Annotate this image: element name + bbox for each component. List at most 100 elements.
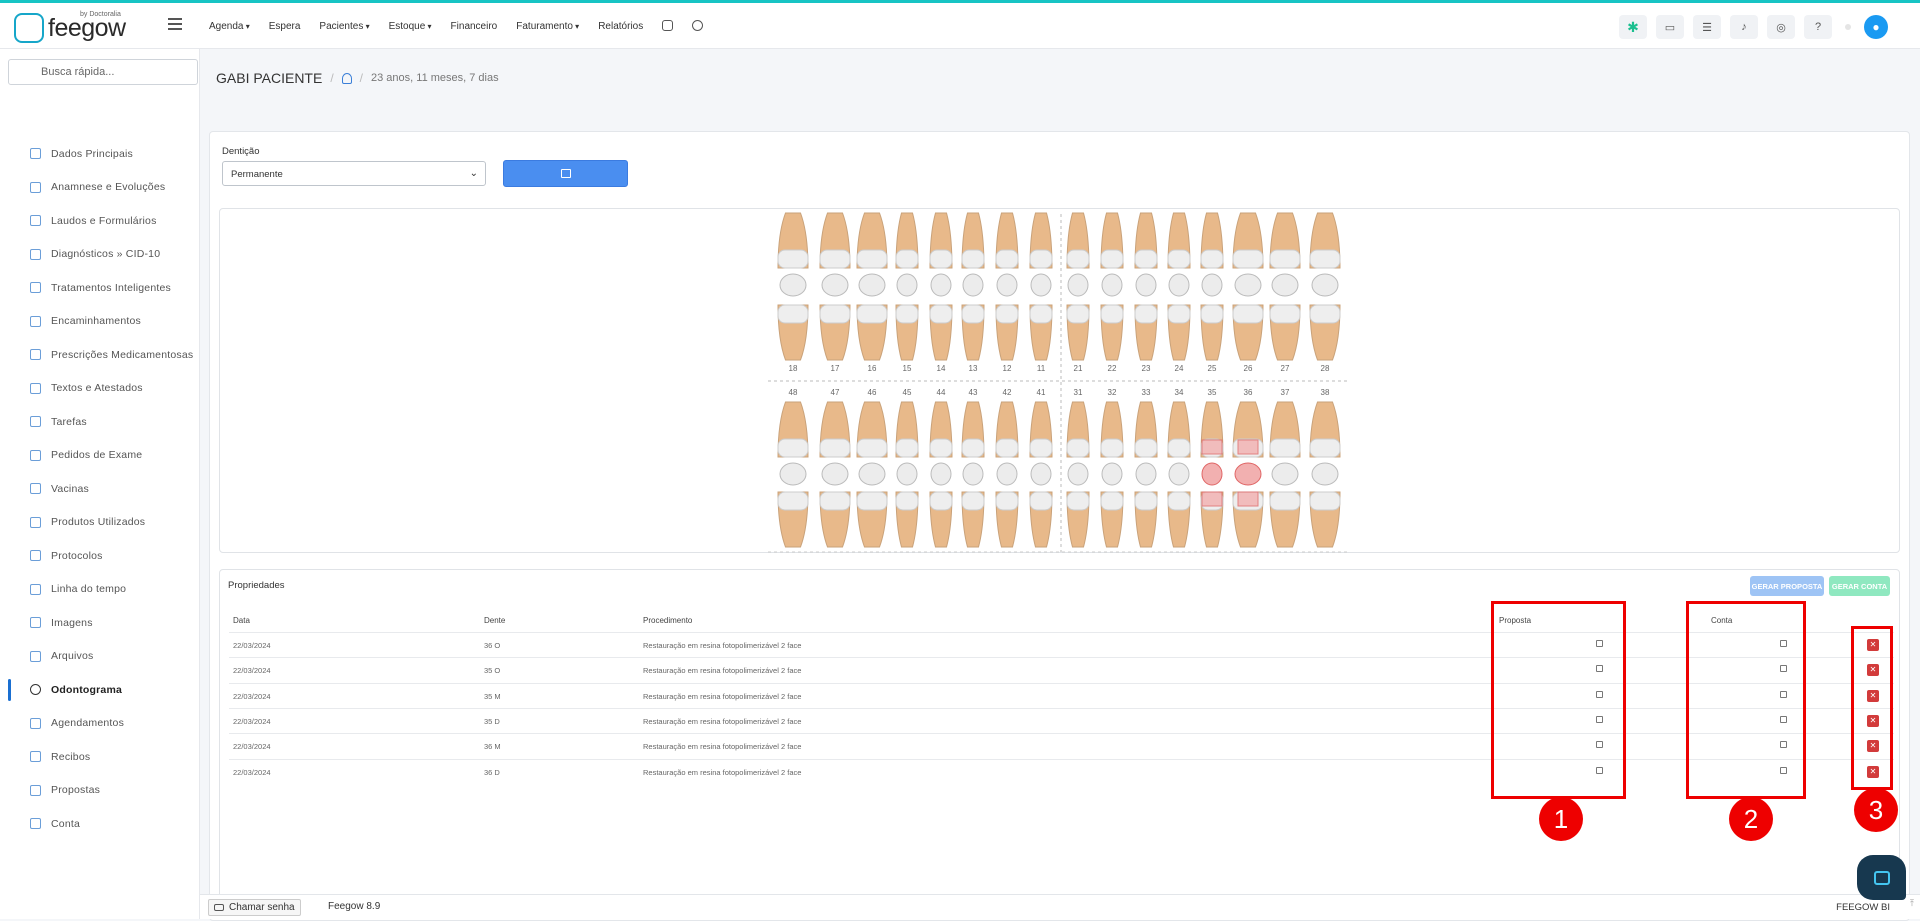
sidebar-item-7[interactable]: Textos e Atestados [0,372,200,406]
hamburger-menu-icon[interactable] [168,18,182,30]
row-procedure: Restauração em resina fotopolimerizável … [643,641,802,650]
row-tooth: 36 M [484,742,501,752]
inbox-icon[interactable]: ▭ [1656,15,1684,39]
tasks-icon[interactable]: ☰ [1693,15,1721,39]
gear-icon[interactable] [692,20,704,31]
gerar-conta-button[interactable]: GERAR CONTA [1829,576,1890,596]
sidebar-item-17[interactable]: Agendamentos [0,707,200,741]
ticket-icon [214,904,224,911]
sidebar-item-label: Conta [51,817,81,830]
toolbar-right: ✱ ▭ ☰ ♪ ◎ ? ● [1619,15,1888,39]
nav-agenda[interactable]: Agenda [209,21,250,32]
footer: Chamar senha Feegow 8.9 FEEGOW BI [200,894,1920,919]
sidebar-item-label: Linha do tempo [51,583,127,596]
sidebar-item-2[interactable]: Laudos e Formulários [0,204,200,238]
avatar[interactable]: ● [1864,15,1888,39]
nav-relatorios[interactable]: Relatórios [598,21,643,32]
box-icon [30,516,41,528]
sidebar: Busca rápida... Dados Principais Anamnese… [0,49,200,919]
sidebar-item-8[interactable]: Tarefas [0,405,200,439]
calendar-icon [30,717,41,729]
sidebar-item-12[interactable]: Protocolos [0,539,200,573]
patient-age: 23 anos, 11 meses, 7 dias [371,72,499,84]
nav-financeiro[interactable]: Financeiro [451,21,498,32]
sidebar-item-19[interactable]: Propostas [0,774,200,808]
chevron-down-icon: ⌄ [469,168,478,179]
brand-sub: by Doctoralia [80,11,121,18]
annotation-box-delete [1851,626,1893,790]
row-procedure: Restauração em resina fotopolimerizável … [643,742,802,752]
feegow-logo[interactable]: feegow by Doctoralia [14,11,126,44]
status-dot-icon [1845,24,1851,30]
sidebar-item-0[interactable]: Dados Principais [0,137,200,171]
sidebar-item-label: Tarefas [51,415,87,428]
page-header: GABI PACIENTE / / 23 anos, 11 meses, 7 d… [216,70,499,86]
sidebar-item-9[interactable]: Pedidos de Exame [0,439,200,473]
help-icon[interactable]: ? [1804,15,1832,39]
sidebar-item-13[interactable]: Linha do tempo [0,573,200,607]
chat-icon [1873,870,1890,885]
row-procedure: Restauração em resina fotopolimerizável … [643,666,802,676]
sidebar-item-5[interactable]: Encaminhamentos [0,305,200,339]
row-tooth: 35 O [484,666,501,676]
file-text-icon [30,382,41,394]
sidebar-item-10[interactable]: Vacinas [0,472,200,506]
sidebar-item-label: Protocolos [51,549,103,562]
sidebar-item-label: Laudos e Formulários [51,214,157,227]
star-icon[interactable]: ✱ [1619,15,1647,39]
sidebar-item-16[interactable]: Odontograma [0,673,200,707]
sidebar-item-label: Pedidos de Exame [51,449,143,462]
scroll-up-icon[interactable]: ⤒ [1910,898,1914,909]
bell-icon[interactable]: ♪ [1730,15,1758,39]
properties-title: Propriedades [228,580,285,591]
header-procedimento: Procedimento [643,616,693,625]
row-date: 22/03/2024 [233,691,271,701]
row-tooth: 35 D [484,716,500,726]
table-row: 22/03/2024 36 O Restauração em resina foto… [229,632,1894,657]
chat-icon[interactable]: ◎ [1767,15,1795,39]
sidebar-item-4[interactable]: Tratamentos Inteligentes [0,271,200,305]
denticao-value: Permanente [231,169,283,180]
search-input[interactable]: Busca rápida... [8,59,198,85]
header-data: Data [233,616,250,625]
sidebar-item-18[interactable]: Recibos [0,740,200,774]
nav-faturamento[interactable]: Faturamento [516,21,579,32]
user-icon [30,148,41,160]
nav-estoque[interactable]: Estoque [389,21,432,32]
user-icon[interactable] [341,72,352,84]
sidebar-item-label: Vacinas [51,482,89,495]
sidebar-item-14[interactable]: Imagens [0,606,200,640]
main-nav: Agenda Espera Pacientes Estoque Financei… [209,20,704,32]
chamar-senha-button[interactable]: Chamar senha [208,899,301,916]
sidebar-item-20[interactable]: Conta [0,807,200,841]
row-tooth: 36 D [484,767,500,777]
sidebar-item-1[interactable]: Anamnese e Evoluções [0,171,200,205]
nav-pacientes[interactable]: Pacientes [319,21,369,32]
sidebar-item-label: Dados Principais [51,147,133,160]
chat-widget-button[interactable] [1857,855,1906,900]
print-button[interactable] [503,160,628,187]
denticao-select[interactable]: Permanente ⌄ [222,161,486,186]
syringe-icon [30,483,41,495]
denticao-label: Dentição [222,146,260,157]
timeline-icon [30,583,41,595]
sidebar-item-6[interactable]: Prescrições Medicamentosas [0,338,200,372]
sidebar-item-label: Tratamentos Inteligentes [51,281,171,294]
gerar-proposta-button[interactable]: GERAR PROPOSTA [1750,576,1824,596]
database-icon[interactable] [662,20,674,31]
clipboard-icon [30,449,41,461]
table-row: 22/03/2024 36 D Restauração em resina foto… [229,758,1894,784]
row-procedure: Restauração em resina fotopolimerizável … [643,691,802,701]
sidebar-item-11[interactable]: Produtos Utilizados [0,506,200,540]
annotation-number-1: 1 [1539,797,1583,841]
nav-espera[interactable]: Espera [269,21,301,32]
sidebar-item-3[interactable]: Diagnósticos » CID-10 [0,238,200,272]
feegow-bi-label[interactable]: FEEGOW BI [1836,902,1890,913]
annotation-number-3: 3 [1854,788,1898,832]
money-icon [30,818,41,830]
clipboard-icon [30,215,41,227]
sidebar-item-label: Agendamentos [51,717,125,730]
sidebar-item-15[interactable]: Arquivos [0,640,200,674]
sidebar-item-label: Odontograma [51,683,123,696]
printer-icon [560,169,571,178]
